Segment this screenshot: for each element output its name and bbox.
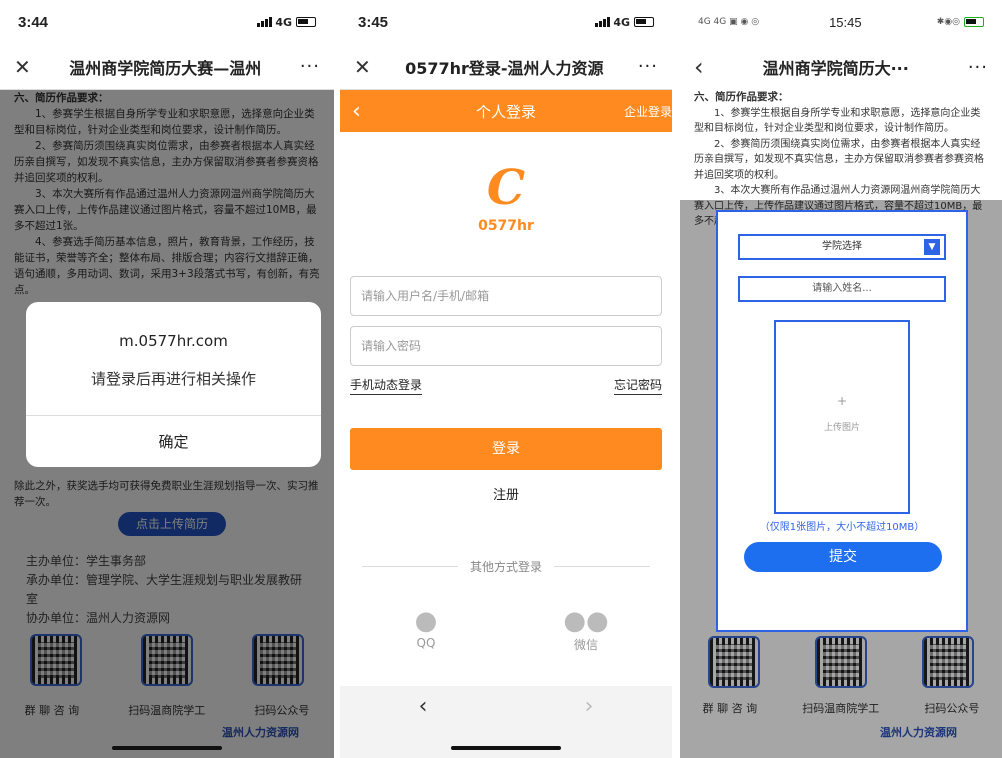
more-icon[interactable]: ··· (638, 56, 658, 77)
home-indicator (112, 746, 222, 750)
sms-login-link[interactable]: 手机动态登录 (350, 376, 423, 395)
status-icons-left: 4G 4G ▣ ◉ ◎ (698, 17, 760, 27)
enterprise-login-link[interactable]: 企业登录 (624, 103, 672, 120)
signal-icon (257, 17, 273, 27)
close-icon[interactable]: ✕ (354, 55, 371, 79)
status-icons-right: ✱◉◎ (936, 17, 960, 27)
home-indicator (451, 746, 561, 750)
college-select[interactable]: 学院选择 ▼ (738, 234, 946, 260)
network-label: 4G (275, 15, 292, 29)
close-icon[interactable]: ✕ (14, 55, 31, 79)
status-time: 3:44 (18, 13, 49, 31)
section-heading: 六、简历作品要求： (694, 91, 789, 103)
site-logo: C 0577hr (340, 160, 672, 234)
back-chevron-icon[interactable]: ‹ (694, 53, 704, 81)
status-bar: 3:44 4G (0, 0, 334, 44)
plus-icon: + (836, 394, 848, 408)
login-required-dialog: m.0577hr.com 请登录后再进行相关操作 确定 (26, 302, 321, 467)
page-title: 温州商学院简历大··· (762, 59, 909, 78)
rule-paragraph: 2、参赛简历须围绕真实岗位需求，由参赛者根据本人真实经历亲自撰写，如发现不真实信… (694, 138, 984, 181)
login-button[interactable]: 登录 (350, 428, 662, 470)
qq-login[interactable]: ● QQ (396, 606, 456, 650)
page-title: 0577hr登录-温州人力资源 (405, 58, 604, 78)
wechat-icon: ●● (563, 606, 609, 636)
password-input[interactable]: 请输入密码 (350, 326, 662, 366)
login-header: ‹ 个人登录 企业登录 (340, 90, 672, 132)
status-time: 3:45 (358, 13, 389, 31)
upload-label: 上传图片 (823, 423, 860, 433)
logo-text: 0577hr (478, 218, 534, 234)
page-title: 温州商学院简历大赛—温州 (69, 58, 262, 78)
browser-navbar: ✕ 温州商学院简历大赛—温州 ··· (0, 44, 334, 90)
screenshot-panel-3: 4G 4G ▣ ◉ ◎ 15:45 ✱◉◎ ‹ 温州商学院简历大··· ··· … (680, 0, 1002, 758)
status-bar: 3:45 4G (340, 0, 672, 44)
dialog-confirm-button[interactable]: 确定 (26, 415, 321, 467)
username-input[interactable]: 请输入用户名/手机/邮箱 (350, 276, 662, 316)
signal-icon (595, 17, 611, 27)
screenshot-panel-2: 3:45 4G ✕ 0577hr登录-温州人力资源 ··· ‹ 个人登录 企业登… (340, 0, 672, 758)
logo-mark-icon: C (486, 160, 526, 216)
upload-limit-note: （仅限1张图片，大小不超过10MB） (759, 522, 925, 533)
upload-modal: 学院选择 ▼ 请输入姓名... + 上传图片 （仅限1张图片，大小不超过10MB… (716, 210, 968, 632)
network-label: 4G (613, 15, 630, 29)
rule-paragraph: 1、参赛学生根据自身所学专业和求职意愿，选择意向企业类型和目标岗位，针对企业类型… (694, 107, 981, 135)
nav-forward-icon[interactable]: › (585, 694, 594, 758)
browser-navbar: ✕ 0577hr登录-温州人力资源 ··· (340, 44, 672, 90)
chevron-down-icon: ▼ (924, 239, 940, 255)
dialog-message: 请登录后再进行相关操作 (90, 370, 256, 388)
more-icon[interactable]: ··· (968, 57, 988, 78)
dialog-host: m.0577hr.com (119, 332, 228, 350)
register-link[interactable]: 注册 (340, 484, 672, 503)
forgot-password-link[interactable]: 忘记密码 (613, 376, 662, 395)
submit-button[interactable]: 提交 (744, 542, 942, 572)
nav-back-icon[interactable]: ‹ (419, 694, 428, 758)
status-bar: 4G 4G ▣ ◉ ◎ 15:45 ✱◉◎ (680, 0, 1002, 44)
battery-icon (964, 17, 984, 27)
qq-icon: ● (414, 606, 438, 636)
status-time: 15:45 (829, 14, 862, 30)
screenshot-panel-1: 3:44 4G ✕ 温州商学院简历大赛—温州 ··· 六、简历作品要求： 1、参… (0, 0, 334, 758)
login-links: 手机动态登录 忘记密码 (350, 376, 662, 395)
app-navbar: ‹ 温州商学院简历大··· ··· (680, 44, 1002, 90)
battery-icon (634, 17, 654, 27)
battery-icon (296, 17, 316, 27)
header-title: 个人登录 (475, 102, 536, 121)
more-icon[interactable]: ··· (300, 56, 320, 77)
image-upload-area[interactable]: + 上传图片 (774, 320, 910, 514)
name-input[interactable]: 请输入姓名... (738, 276, 946, 302)
wechat-login[interactable]: ●● 微信 (556, 606, 616, 653)
other-login-divider: 其他方式登录 (350, 558, 662, 575)
